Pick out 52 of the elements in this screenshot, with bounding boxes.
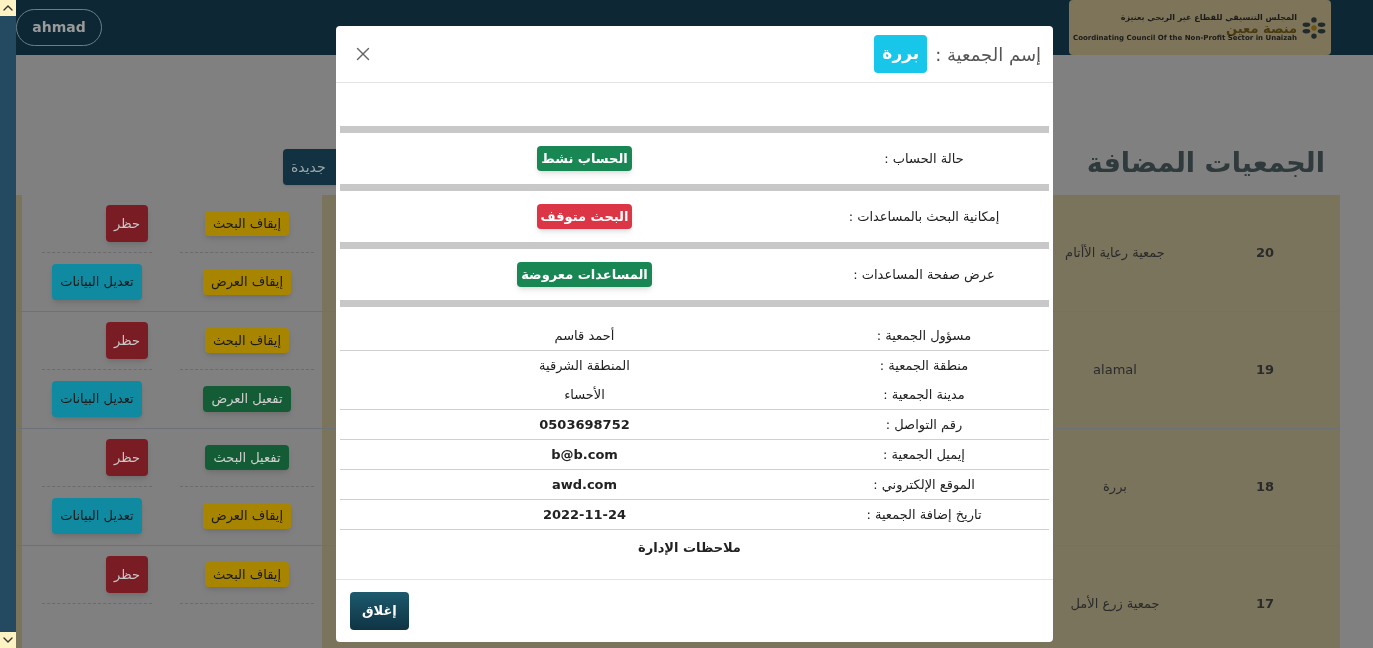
status-label: إمكانية البحث بالمساعدات : bbox=[847, 207, 1001, 226]
table-cell-text: 17 bbox=[1254, 595, 1276, 614]
table-cell-text: 20 bbox=[1254, 244, 1276, 263]
info-value: أحمد قاسم bbox=[553, 326, 616, 346]
page-title: الجمعيات المضافة bbox=[1086, 145, 1325, 180]
info-label: مسؤول الجمعية : bbox=[875, 326, 973, 346]
info-label: الموقع الإلكتروني : bbox=[872, 475, 976, 495]
block-button[interactable]: حظر bbox=[106, 321, 148, 360]
status-label: عرض صفحة المساعدات : bbox=[852, 265, 996, 285]
info-label: مدينة الجمعية : bbox=[882, 385, 966, 404]
status-label: حالة الحساب : bbox=[883, 149, 965, 168]
name-badge: بررة bbox=[874, 35, 928, 73]
block-button[interactable]: حظر bbox=[106, 204, 148, 243]
block-button[interactable]: حظر bbox=[106, 555, 148, 594]
table-cell-text: جمعية زرع الأمل bbox=[1069, 594, 1161, 614]
table-cell-text: بررة bbox=[1102, 478, 1128, 497]
info-value: awd.com bbox=[550, 475, 619, 494]
action-button[interactable]: إيقاف البحث bbox=[205, 561, 289, 588]
action-button[interactable]: إيقاف البحث bbox=[205, 210, 289, 237]
dialog-title: إسم الجمعية : bbox=[935, 42, 1041, 68]
action-button[interactable]: إيقاف البحث bbox=[205, 327, 289, 354]
block-button[interactable]: حظر bbox=[106, 438, 148, 477]
info-value: b@b.com bbox=[550, 445, 619, 464]
info-value: 0503698752 bbox=[538, 415, 631, 434]
status-badge: الحساب نشط bbox=[537, 145, 632, 172]
logo-text: المجلس التنسيقي للقطاع غير الربحي بعنيزة bbox=[1120, 13, 1298, 22]
notes-heading: ملاحظات الإدارة bbox=[638, 539, 741, 557]
logo-title: منصة معين bbox=[1226, 21, 1298, 35]
table-cell-text: alamal bbox=[1092, 361, 1138, 380]
action-button[interactable]: إيقاف العرض bbox=[202, 269, 292, 295]
table-cell-text: 18 bbox=[1254, 478, 1276, 497]
info-label: رقم التواصل : bbox=[884, 415, 964, 435]
info-label: إيميل الجمعية : bbox=[882, 445, 966, 464]
info-label: تاريخ إضافة الجمعية : bbox=[865, 505, 983, 525]
info-value: المنطقة الشرقية bbox=[538, 356, 631, 375]
info-value: الأحساء bbox=[563, 385, 606, 404]
info-label: منطقة الجمعية : bbox=[878, 356, 970, 375]
info-value: 2022-11-24 bbox=[541, 505, 628, 524]
edit-button[interactable]: تعديل البيانات bbox=[52, 264, 142, 300]
table-cell-text: جمعية رعاية الأأتام bbox=[1064, 243, 1166, 263]
status-badge: المساعدات معروضة bbox=[517, 261, 652, 288]
action-button[interactable]: إيقاف العرض bbox=[202, 503, 292, 529]
status-badge: البحث متوقف bbox=[536, 203, 633, 230]
scroll-down-icon[interactable] bbox=[0, 632, 16, 648]
edit-button[interactable]: تعديل البيانات bbox=[52, 381, 142, 417]
scrollbar[interactable] bbox=[0, 0, 16, 648]
close-dialog-button[interactable]: إغلاق bbox=[350, 592, 409, 630]
edit-button[interactable]: تعديل البيانات bbox=[52, 498, 142, 534]
scroll-up-icon[interactable] bbox=[0, 0, 16, 16]
action-button[interactable]: تفعيل البحث bbox=[205, 444, 289, 471]
table-cell-text: 19 bbox=[1254, 361, 1276, 380]
action-button[interactable]: تفعيل العرض bbox=[203, 386, 291, 412]
